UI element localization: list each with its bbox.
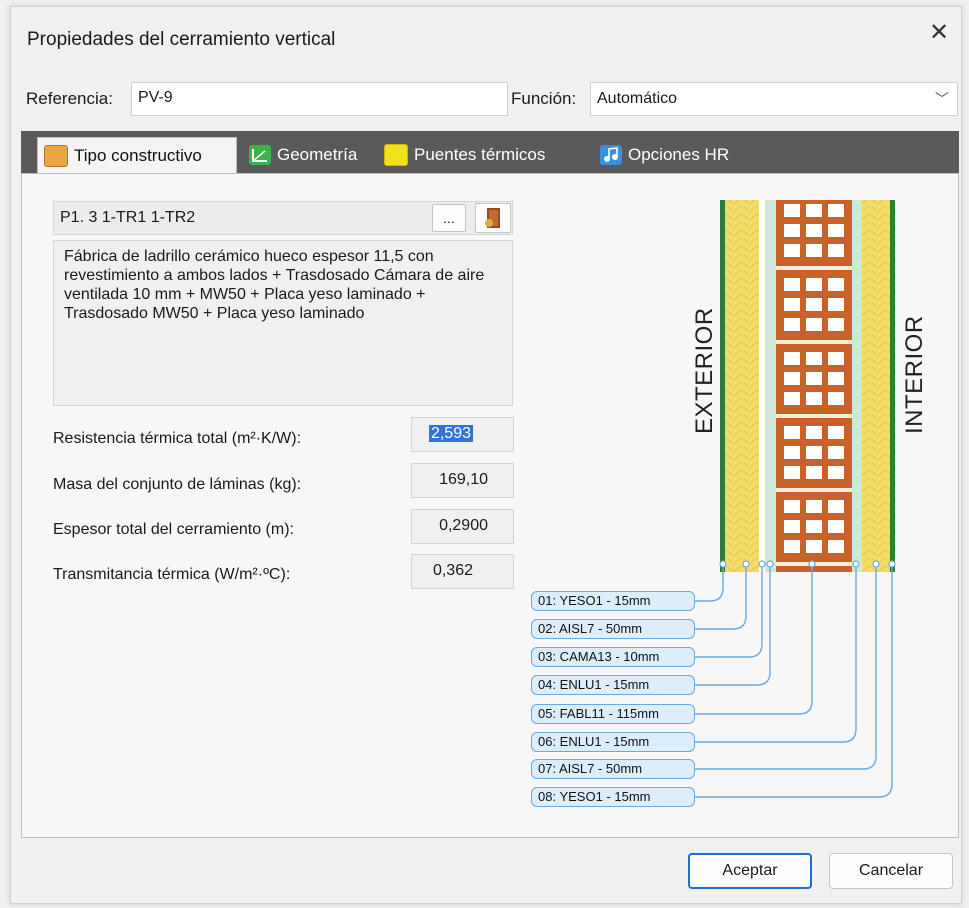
tab-label: Geometría [277,145,358,164]
tab-tipo-constructivo[interactable]: Tipo constructivo [37,137,237,174]
tab-opciones-hr[interactable]: Opciones HR [594,137,754,173]
funcion-label: Función: [511,89,577,108]
cancel-button[interactable]: Cancelar [829,853,953,889]
property-value: 169,10 [411,463,514,498]
funcion-value: Automático [597,90,678,107]
tab-geometria[interactable]: Geometría [243,137,371,173]
property-label: Transmitancia térmica (W/m²·ºC): [53,566,291,583]
tab-puentes-termicos[interactable]: Puentes térmicos [378,137,588,173]
hr-options-icon [600,145,622,165]
tab-bar: Tipo constructivo Geometría Puentes térm… [21,131,959,174]
exterior-label: EXTERIOR [691,307,718,434]
layer-label: 01: YESO1 - 15mm [531,591,695,611]
tab-label: Puentes térmicos [414,145,546,164]
property-label: Masa del conjunto de láminas (kg): [53,476,302,493]
thermal-bridge-icon [384,144,408,166]
layer-label: 08: YESO1 - 15mm [531,787,695,807]
property-label: Resistencia térmica total (m²·K/W): [53,430,302,447]
property-value: 0,362 [411,554,514,589]
accept-button[interactable]: Aceptar [688,853,812,889]
construction-description: Fábrica de ladrillo cerámico hueco espes… [53,240,513,406]
close-icon[interactable]: ✕ [925,19,953,47]
dialog-title: Propiedades del cerramiento vertical [27,29,336,50]
layer-label: 03: CAMA13 - 10mm [531,647,695,667]
funcion-select[interactable]: Automático ﹀ [590,82,958,116]
layer-label: 05: FABL11 - 115mm [531,704,695,724]
folder-icon [44,145,68,167]
layer-label: 07: AISL7 - 50mm [531,759,695,779]
referencia-label: Referencia: [26,89,113,108]
resistencia-value: 2,593 [428,425,473,442]
construction-code: P1. 3 1-TR1 1-TR2 [60,209,196,226]
layer-label: 06: ENLU1 - 15mm [531,732,695,752]
property-label: Espesor total del cerramiento (m): [53,521,294,538]
interior-label: INTERIOR [901,315,928,434]
chevron-down-icon: ﹀ [935,91,949,107]
referencia-input[interactable]: PV-9 [131,82,508,116]
library-icon [485,208,500,228]
layer-label: 04: ENLU1 - 15mm [531,675,695,695]
browse-button[interactable]: ... [432,204,466,232]
property-value: 0,2900 [411,509,514,544]
tab-label: Opciones HR [628,145,730,164]
library-button[interactable] [475,203,511,233]
layer-label: 02: AISL7 - 50mm [531,619,695,639]
property-value: 2,593 [411,417,514,452]
geometry-icon [249,145,271,165]
tab-label: Tipo constructivo [74,146,202,165]
